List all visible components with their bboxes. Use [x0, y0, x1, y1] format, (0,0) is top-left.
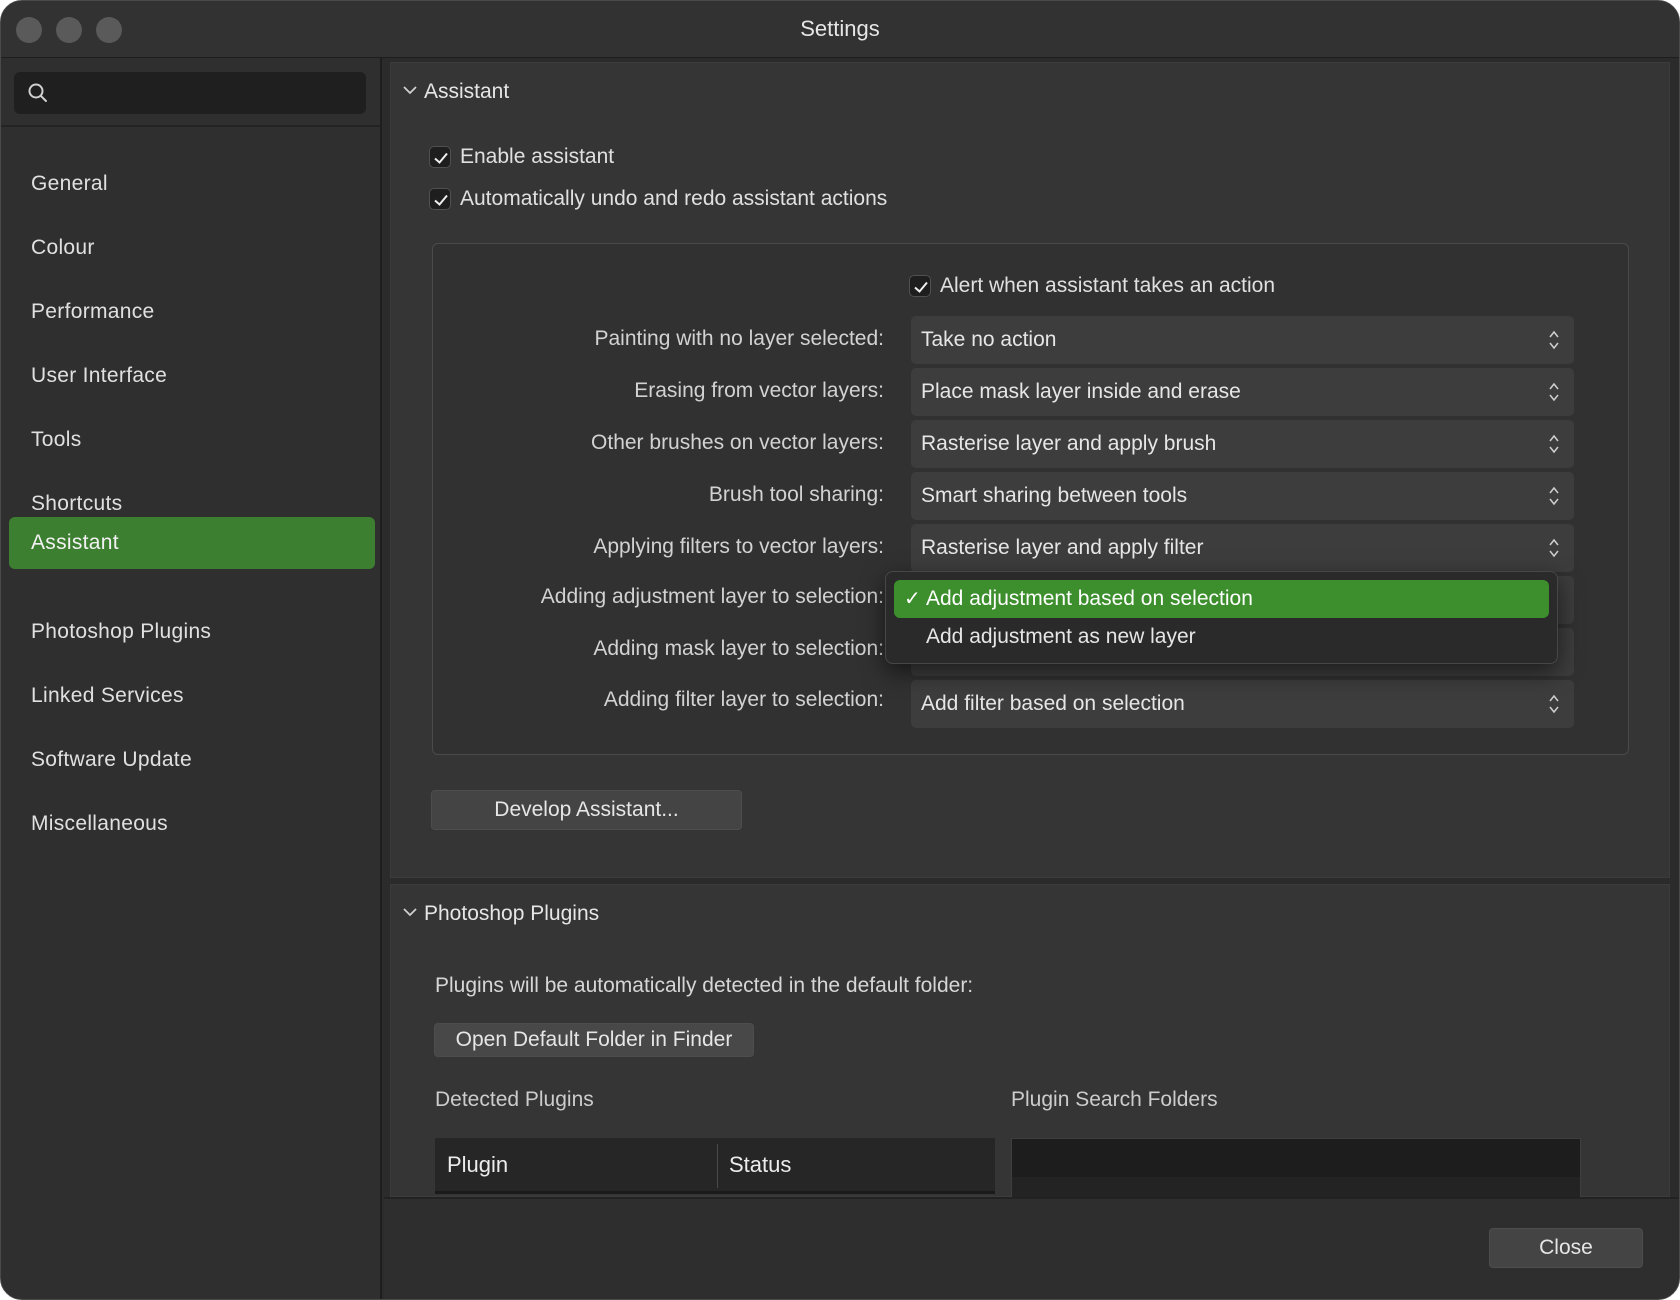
plugins-section-header[interactable]: Photoshop Plugins	[391, 885, 1669, 943]
plugins-description: Plugins will be automatically detected i…	[435, 974, 974, 997]
sidebar: General Colour Performance User Interfac…	[1, 58, 382, 1299]
updown-chevron-icon	[1549, 382, 1559, 402]
sidebar-item-general[interactable]: General	[9, 158, 375, 210]
sidebar-item-linked-services[interactable]: Linked Services	[9, 670, 375, 722]
sidebar-item-miscellaneous[interactable]: Miscellaneous	[9, 798, 375, 850]
menu-item-label: Add adjustment based on selection	[926, 587, 1253, 610]
search-icon	[28, 83, 47, 102]
popup-value: Rasterise layer and apply filter	[921, 536, 1204, 559]
sidebar-item-tools[interactable]: Tools	[9, 414, 375, 466]
sidebar-item-photoshop-plugins[interactable]: Photoshop Plugins	[9, 606, 375, 658]
adjustment-dropdown-menu: ✓ Add adjustment based on selection Add …	[885, 571, 1558, 664]
settings-window: Settings General Colour Performance User…	[0, 0, 1680, 1300]
chevron-down-icon	[403, 908, 417, 917]
assistant-section-header[interactable]: Assistant	[391, 63, 1669, 121]
checkmark-icon	[914, 281, 928, 293]
footer-bar: Close	[384, 1197, 1679, 1299]
adding-adjustment-label: Adding adjustment layer to selection:	[540, 585, 884, 608]
title-bar: Settings	[1, 1, 1679, 58]
column-header-plugin[interactable]: Plugin	[447, 1152, 508, 1178]
open-default-folder-button[interactable]: Open Default Folder in Finder	[434, 1023, 754, 1057]
checkmark-icon	[434, 194, 448, 206]
other-brushes-popup[interactable]: Rasterise layer and apply brush	[911, 420, 1574, 468]
popup-value: Take no action	[921, 328, 1057, 351]
updown-chevron-icon	[1549, 330, 1559, 350]
popup-value: Add filter based on selection	[921, 692, 1185, 715]
develop-assistant-button[interactable]: Develop Assistant...	[431, 790, 742, 830]
search-input[interactable]	[14, 72, 366, 114]
window-title: Settings	[800, 16, 880, 41]
sidebar-divider	[1, 125, 380, 127]
updown-chevron-icon	[1549, 486, 1559, 506]
chevron-down-icon	[403, 86, 417, 95]
brush-tool-sharing-label: Brush tool sharing:	[708, 483, 884, 506]
column-divider[interactable]	[717, 1144, 718, 1188]
sidebar-item-software-update[interactable]: Software Update	[9, 734, 375, 786]
assistant-section-title: Assistant	[424, 80, 510, 103]
auto-undo-checkbox[interactable]	[429, 188, 451, 210]
adding-filter-label: Adding filter layer to selection:	[603, 688, 884, 711]
photoshop-plugins-panel: Photoshop Plugins Plugins will be automa…	[390, 884, 1670, 1219]
menu-item-label: Add adjustment as new layer	[926, 625, 1196, 648]
sidebar-item-performance[interactable]: Performance	[9, 286, 375, 338]
adding-filter-popup[interactable]: Add filter based on selection	[911, 680, 1574, 728]
popup-value: Rasterise layer and apply brush	[921, 432, 1217, 455]
plugin-search-folders-label: Plugin Search Folders	[1011, 1088, 1218, 1111]
sidebar-item-user-interface[interactable]: User Interface	[9, 350, 375, 402]
enable-assistant-checkbox[interactable]	[429, 146, 451, 168]
applying-filters-label: Applying filters to vector layers:	[593, 535, 884, 558]
popup-value: Place mask layer inside and erase	[921, 380, 1241, 403]
menu-item-add-adjustment-as-new-layer[interactable]: Add adjustment as new layer	[894, 618, 1549, 656]
enable-assistant-label: Enable assistant	[460, 145, 615, 168]
brush-tool-sharing-popup[interactable]: Smart sharing between tools	[911, 472, 1574, 520]
sidebar-item-assistant[interactable]: Assistant	[9, 517, 375, 569]
alert-checkbox[interactable]	[909, 275, 931, 297]
updown-chevron-icon	[1549, 538, 1559, 558]
assistant-panel: Assistant Enable assistant Automatically…	[390, 62, 1670, 878]
updown-chevron-icon	[1549, 434, 1559, 454]
auto-undo-label: Automatically undo and redo assistant ac…	[460, 187, 888, 210]
alert-label: Alert when assistant takes an action	[940, 274, 1276, 297]
adding-mask-label: Adding mask layer to selection:	[593, 637, 884, 660]
column-header-status[interactable]: Status	[729, 1152, 791, 1178]
updown-chevron-icon	[1549, 694, 1559, 714]
checkmark-icon	[434, 152, 448, 164]
painting-no-layer-popup[interactable]: Take no action	[911, 316, 1574, 364]
other-brushes-label: Other brushes on vector layers:	[591, 431, 884, 454]
popup-value: Smart sharing between tools	[921, 484, 1188, 507]
applying-filters-popup[interactable]: Rasterise layer and apply filter	[911, 524, 1574, 572]
sidebar-item-colour[interactable]: Colour	[9, 222, 375, 274]
erasing-vector-popup[interactable]: Place mask layer inside and erase	[911, 368, 1574, 416]
close-button[interactable]: Close	[1489, 1228, 1643, 1268]
painting-no-layer-label: Painting with no layer selected:	[594, 327, 885, 350]
assistant-actions-group: Alert when assistant takes an action Pai…	[432, 243, 1629, 755]
menu-item-add-adjustment-based-on-selection[interactable]: ✓ Add adjustment based on selection	[894, 580, 1549, 618]
checkmark-icon: ✓	[904, 588, 921, 610]
erasing-vector-label: Erasing from vector layers:	[634, 379, 884, 402]
plugins-section-title: Photoshop Plugins	[424, 902, 600, 925]
detected-plugins-table-header: Plugin Status	[435, 1138, 995, 1194]
detected-plugins-label: Detected Plugins	[435, 1088, 594, 1111]
